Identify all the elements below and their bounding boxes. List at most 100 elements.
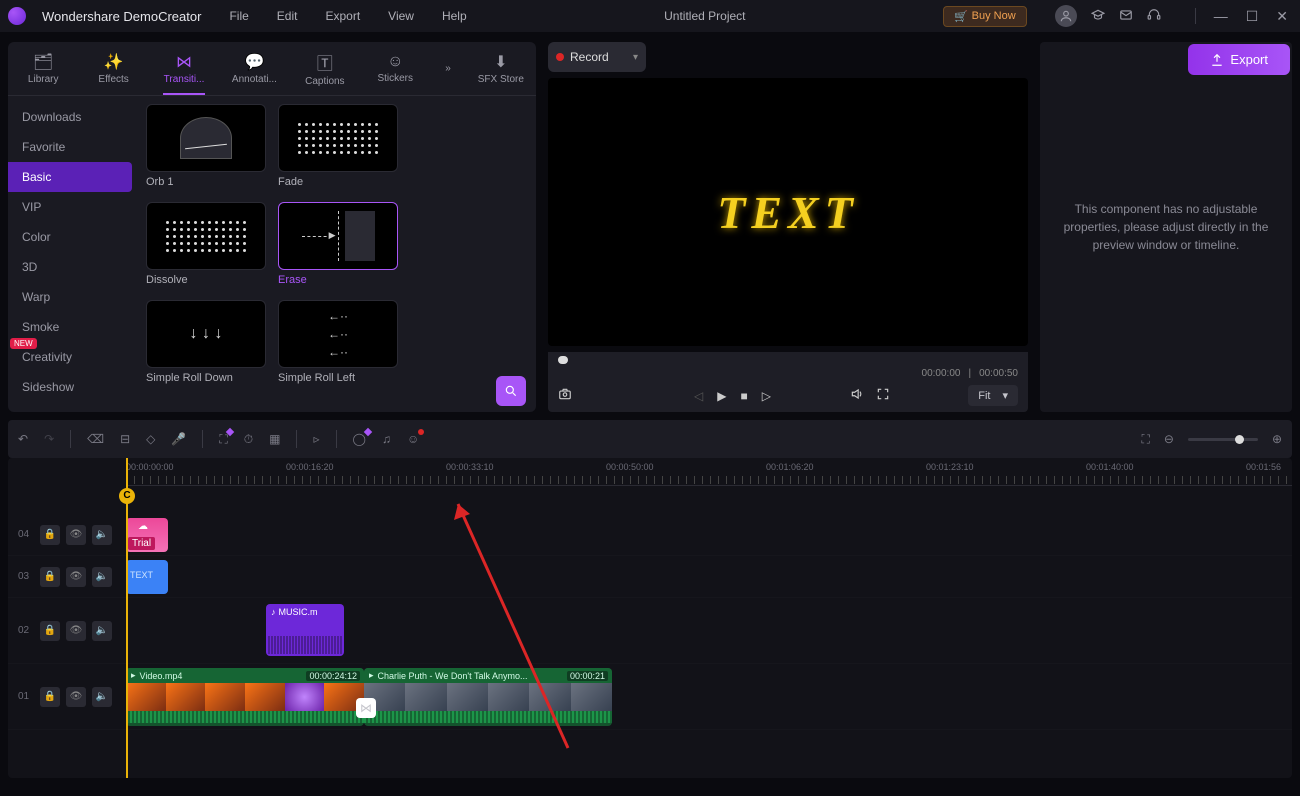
record-label: Record [570,50,609,64]
transition-marker[interactable]: ⋈ [356,698,376,718]
new-badge: NEW [10,338,37,349]
voiceover-icon[interactable]: 🎤 [171,432,186,446]
eye-icon[interactable]: 👁 [66,621,86,641]
academy-icon[interactable] [1091,8,1105,25]
play-icon[interactable]: ▶ [717,389,726,403]
menu-edit[interactable]: Edit [277,9,298,23]
delete-icon[interactable]: ⌫ [87,432,104,446]
sidebar-item-basic[interactable]: Basic [8,162,132,192]
clip-video-b[interactable]: ▸Charlie Puth - We Don't Talk Anymo...00… [364,668,612,726]
zoom-slider[interactable] [1188,438,1258,441]
sidebar-item-3d[interactable]: 3D [8,252,138,282]
clip-label: MUSIC.m [279,607,318,617]
menu-file[interactable]: File [229,9,248,23]
sidebar-item-creativity[interactable]: NEWCreativity [8,342,138,372]
zoom-out-icon[interactable]: ⊖ [1164,432,1174,446]
ruler-mark: 00:01:23:10 [926,462,974,472]
sidebar-item-speedblur[interactable]: Speed Blur [8,402,138,412]
mute-icon[interactable]: 🔈 [92,687,112,707]
crop-icon[interactable]: ⛶ [219,432,227,447]
menu-help[interactable]: Help [442,9,467,23]
maximize-button[interactable]: ☐ [1246,8,1259,25]
eye-icon[interactable]: 👁 [66,525,86,545]
clip-music[interactable]: ♪MUSIC.m [266,604,344,656]
next-frame-icon[interactable]: ▷ [762,389,771,403]
denoise-icon[interactable]: ◯ [353,432,366,446]
lock-icon[interactable]: 🔒 [40,621,60,641]
color-icon[interactable]: ▦ [269,432,280,446]
track-number: 01 [18,691,34,702]
snapshot-icon[interactable] [558,387,572,404]
clip-text[interactable]: TEXT [126,560,168,594]
tab-transitions[interactable]: ⋈Transiti... [149,42,219,95]
transition-item[interactable]: Erase [278,202,398,286]
stop-icon[interactable]: ■ [740,389,747,403]
sidebar-item-favorite[interactable]: Favorite [8,132,138,162]
playhead[interactable] [126,458,128,778]
mute-icon[interactable]: 🔈 [92,567,112,587]
marker-icon[interactable]: ◇ [146,432,155,446]
sidebar-item-color[interactable]: Color [8,222,138,252]
prev-frame-icon[interactable]: ◁ [694,389,703,403]
minimize-button[interactable]: — [1214,8,1228,25]
volume-icon[interactable] [850,387,864,404]
tab-more[interactable]: » [430,42,465,95]
tab-captions[interactable]: 🅃Captions [290,42,360,95]
mail-icon[interactable] [1119,8,1133,25]
user-avatar[interactable] [1055,5,1077,27]
search-button[interactable] [496,376,526,406]
face-icon[interactable]: ☺ [407,432,419,446]
close-button[interactable]: ✕ [1276,8,1288,25]
library-icon: 🗂 [33,52,53,72]
undo-icon[interactable]: ↶ [18,432,28,446]
transition-item[interactable]: ↓ ↓ ↓Simple Roll Down [146,300,266,384]
speed-icon[interactable]: ⏱ [244,432,253,447]
transition-item[interactable]: ←··←··←··Simple Roll Left [278,300,398,384]
lock-icon[interactable]: 🔒 [40,567,60,587]
audio-edit-icon[interactable]: ♫ [382,432,391,446]
redo-icon[interactable]: ↷ [44,432,54,446]
track-number: 02 [18,625,34,636]
transition-item[interactable]: Dissolve [146,202,266,286]
fullscreen-icon[interactable] [876,387,890,404]
zoom-in-icon[interactable]: ⊕ [1272,432,1282,446]
ruler-mark: 00:01:56 [1246,462,1281,472]
preview-viewport[interactable]: TEXT [548,78,1028,346]
tab-sfxstore[interactable]: ⬇SFX Store [466,42,536,95]
cursor-icon[interactable]: ▹ [313,432,319,446]
tab-stickers[interactable]: ☺Stickers [360,42,430,95]
transition-item[interactable]: Orb 1 [146,104,266,188]
menu-export[interactable]: Export [325,9,360,23]
record-button[interactable]: Record ▾ [548,42,646,72]
clip-video-a[interactable]: ▸Video.mp400:00:24:12 [126,668,364,726]
tab-annotations[interactable]: 💬Annotati... [219,42,289,95]
transition-label: Dissolve [146,274,266,286]
transition-item[interactable]: Fade [278,104,398,188]
menu-view[interactable]: View [388,9,414,23]
lock-icon[interactable]: 🔒 [40,687,60,707]
support-icon[interactable] [1147,8,1161,25]
sidebar-item-vip[interactable]: VIP [8,192,138,222]
chevron-down-icon: ▾ [1002,389,1008,402]
export-label: Export [1230,52,1268,67]
mute-icon[interactable]: 🔈 [92,621,112,641]
separator [296,430,297,448]
buy-now-button[interactable]: 🛒 Buy Now [943,6,1027,27]
eye-icon[interactable]: 👁 [66,567,86,587]
fit-selector[interactable]: Fit▾ [968,385,1018,406]
tab-effects[interactable]: ✨Effects [78,42,148,95]
progress-bar[interactable] [558,358,1018,362]
sidebar-item-sideshow[interactable]: Sideshow [8,372,138,402]
sidebar-item-warp[interactable]: Warp [8,282,138,312]
export-button[interactable]: Export [1188,44,1290,75]
sidebar-item-downloads[interactable]: Downloads [8,102,138,132]
timeline-ruler[interactable]: 00:00:00:00 00:00:16:20 00:00:33:10 00:0… [126,458,1292,486]
clip-trial[interactable]: ☁Trial [126,518,168,552]
eye-icon[interactable]: 👁 [66,687,86,707]
mute-icon[interactable]: 🔈 [92,525,112,545]
lock-icon[interactable]: 🔒 [40,525,60,545]
split-icon[interactable]: ⊟ [120,432,130,446]
tab-library[interactable]: 🗂Library [8,42,78,95]
fit-timeline-icon[interactable]: ⛶ [1141,432,1149,447]
track-02: 02 🔒 👁 🔈 ♪MUSIC.m [8,598,1292,664]
